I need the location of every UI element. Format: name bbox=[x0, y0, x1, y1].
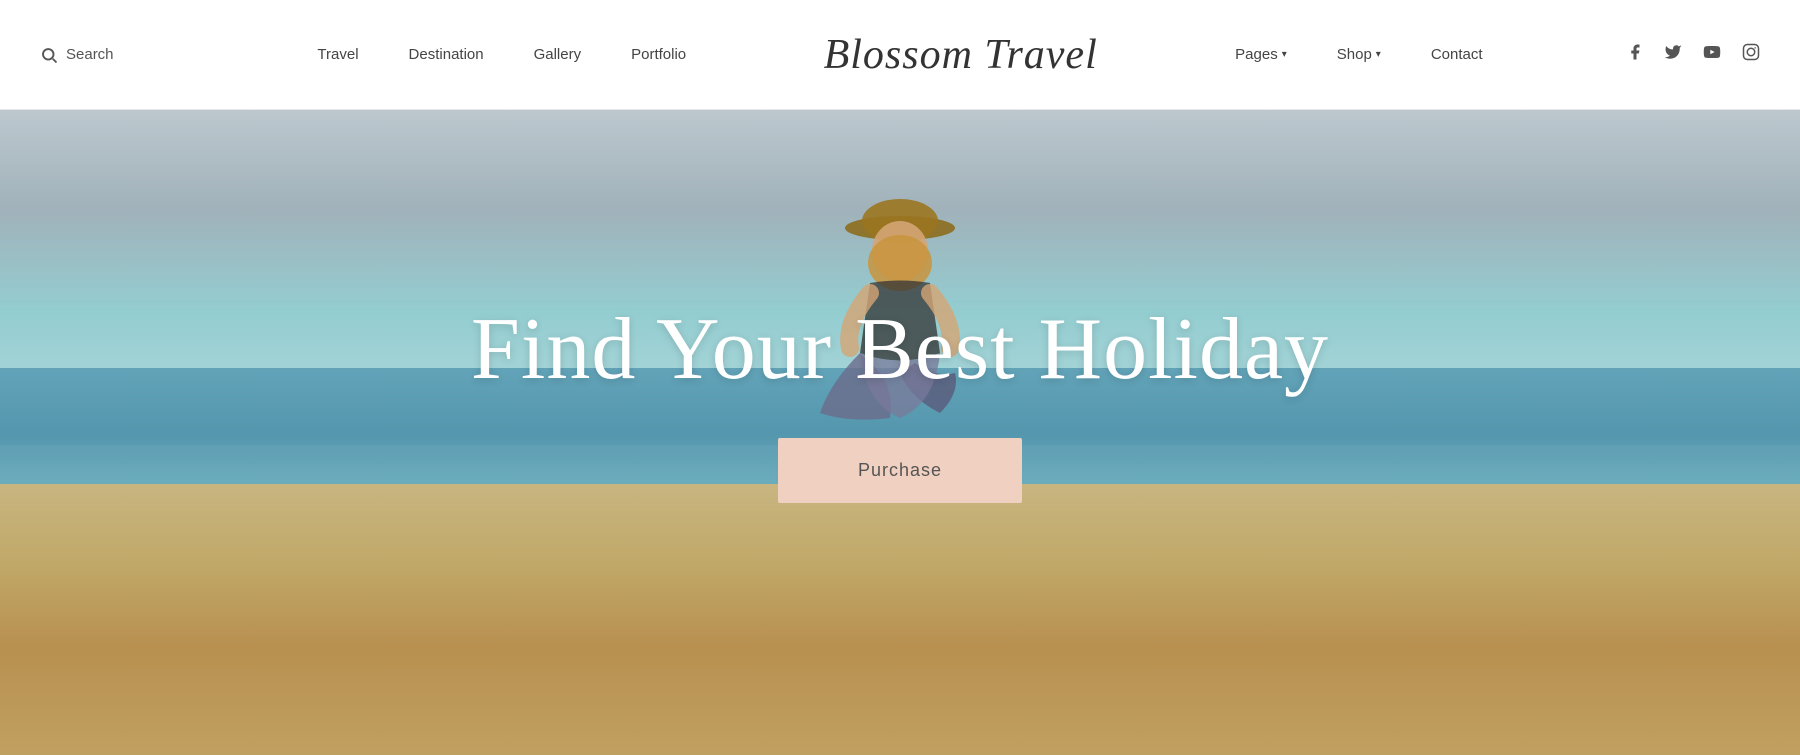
logo-text: Blossom Travel bbox=[824, 32, 1098, 78]
site-logo[interactable]: Blossom Travel bbox=[824, 31, 1098, 79]
hero-section: Find Your Best Holiday Purchase bbox=[0, 110, 1800, 755]
hero-sand-bg bbox=[0, 484, 1800, 755]
nav-portfolio[interactable]: Portfolio bbox=[631, 46, 686, 63]
youtube-icon[interactable] bbox=[1702, 43, 1722, 66]
facebook-icon[interactable] bbox=[1626, 43, 1644, 66]
main-nav: Travel Destination Gallery Portfolio bbox=[317, 46, 686, 63]
nav-destination[interactable]: Destination bbox=[409, 46, 484, 63]
pages-chevron-icon: ▾ bbox=[1282, 49, 1287, 60]
site-header: Search Travel Destination Gallery Portfo… bbox=[0, 0, 1800, 110]
social-links bbox=[1620, 43, 1760, 66]
search-icon bbox=[40, 46, 58, 64]
nav-gallery[interactable]: Gallery bbox=[534, 46, 582, 63]
twitter-icon[interactable] bbox=[1664, 43, 1682, 66]
hero-title: Find Your Best Holiday bbox=[471, 302, 1329, 399]
search-area[interactable]: Search bbox=[40, 46, 180, 64]
shop-chevron-icon: ▾ bbox=[1376, 49, 1381, 60]
search-label: Search bbox=[66, 46, 114, 63]
instagram-icon[interactable] bbox=[1742, 43, 1760, 66]
nav-travel[interactable]: Travel bbox=[317, 46, 358, 63]
nav-pages[interactable]: Pages ▾ bbox=[1235, 46, 1287, 63]
nav-contact[interactable]: Contact bbox=[1431, 46, 1483, 63]
secondary-nav: Pages ▾ Shop ▾ Contact bbox=[1235, 46, 1482, 63]
purchase-button[interactable]: Purchase bbox=[778, 438, 1022, 503]
nav-shop[interactable]: Shop ▾ bbox=[1337, 46, 1381, 63]
hero-content: Find Your Best Holiday Purchase bbox=[471, 302, 1329, 504]
